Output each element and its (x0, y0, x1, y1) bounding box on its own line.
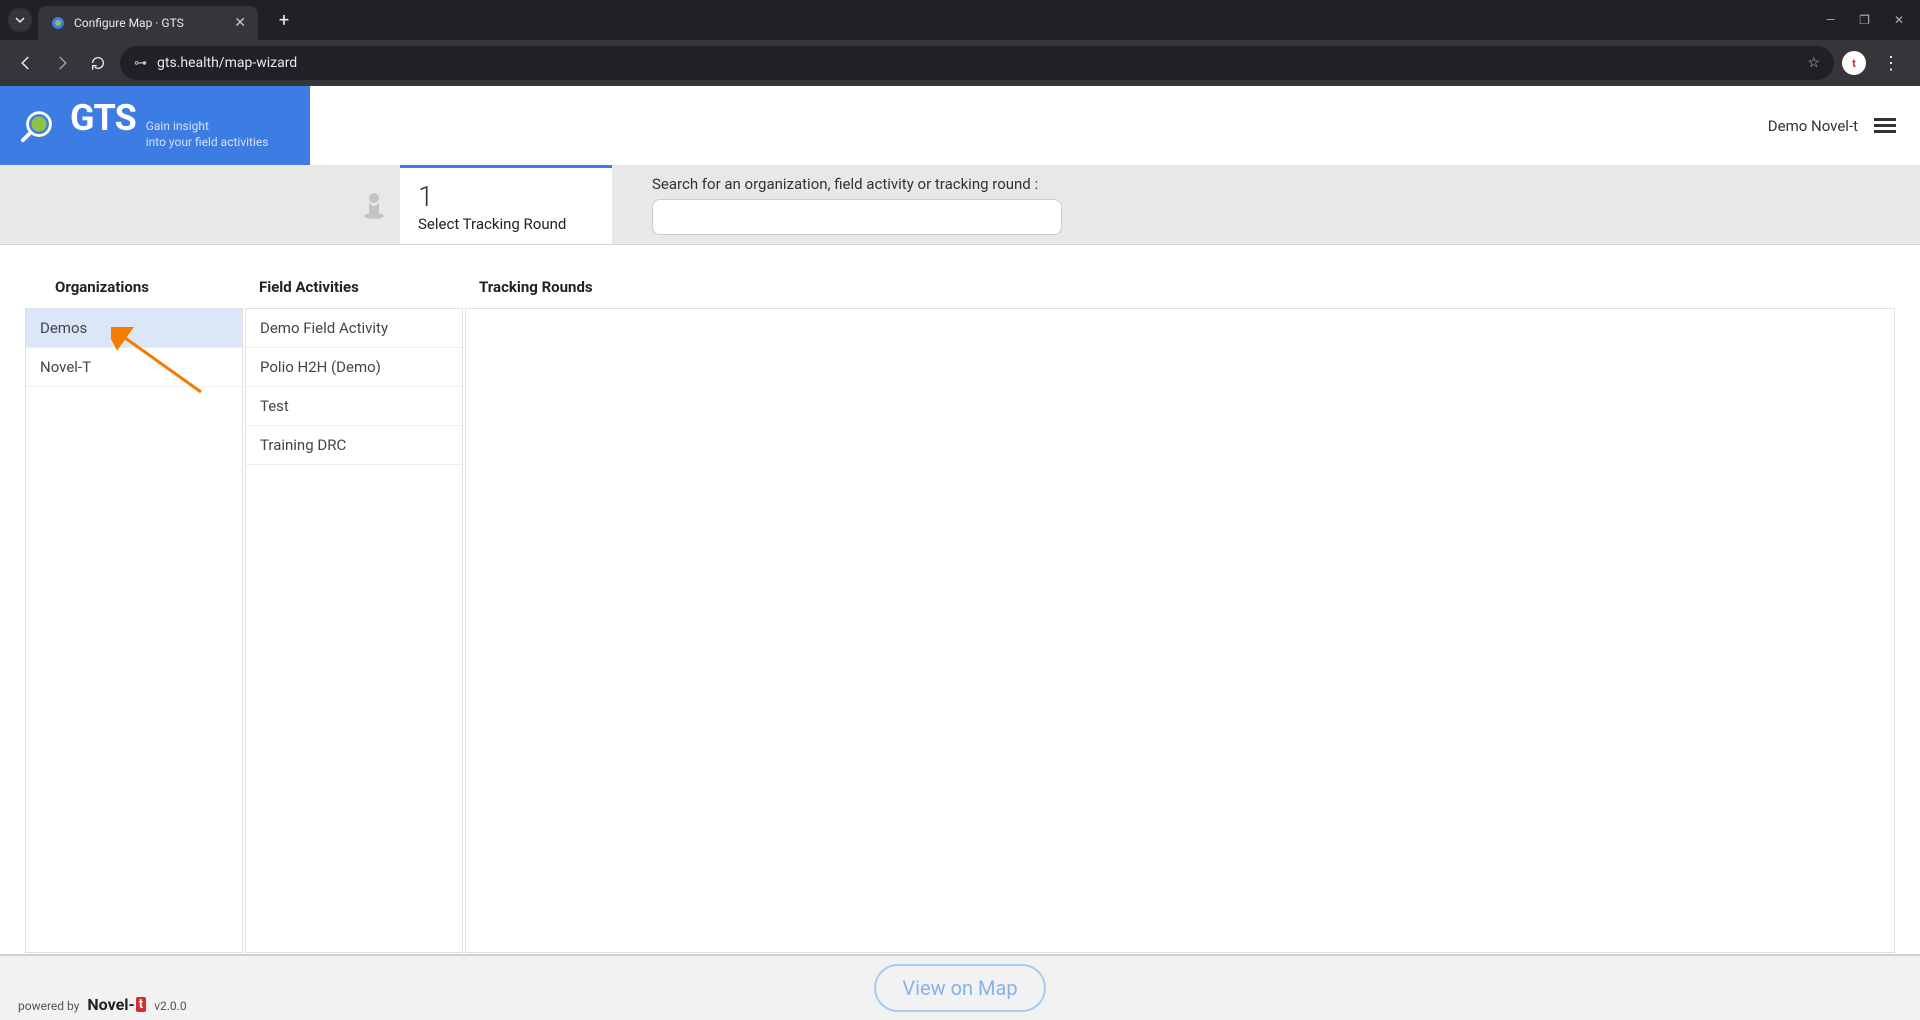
field-activity-item[interactable]: Test (246, 387, 462, 426)
browser-tab-strip: Configure Map · GTS ✕ + — ❐ ✕ (0, 0, 1920, 40)
bookmark-star-icon[interactable]: ☆ (1807, 55, 1820, 71)
tab-list-dropdown[interactable] (8, 8, 32, 32)
app-header: GTS Gain insight into your field activit… (0, 86, 1920, 165)
tracking-rounds-list (465, 308, 1895, 953)
view-on-map-button[interactable]: View on Map (874, 964, 1045, 1012)
person-icon (362, 190, 386, 220)
version-label: v2.0.0 (154, 999, 186, 1013)
wizard-step-1[interactable]: 1 Select Tracking Round (400, 165, 612, 244)
list-item-label: Test (260, 397, 289, 415)
browser-toolbar: ⊶ gts.health/map-wizard ☆ t ⋮ (0, 40, 1920, 86)
logo-tagline-2: into your field activities (146, 135, 269, 151)
tracking-rounds-column: Tracking Rounds (464, 265, 1896, 954)
powered-by: powered by Novel-t v2.0.0 (18, 995, 187, 1014)
tab-close-icon[interactable]: ✕ (234, 15, 246, 31)
extension-icon[interactable]: t (1842, 51, 1866, 75)
organizations-list: Demos Novel-T (25, 308, 243, 953)
browser-menu-icon[interactable]: ⋮ (1874, 53, 1908, 74)
list-item-label: Demos (40, 319, 87, 337)
search-label: Search for an organization, field activi… (652, 175, 1880, 193)
organizations-header: Organizations (25, 266, 243, 308)
step-number: 1 (418, 180, 612, 213)
step-label: Select Tracking Round (418, 215, 612, 233)
organizations-column: Organizations Demos Novel-T (24, 265, 244, 954)
new-tab-button[interactable]: + (270, 6, 298, 34)
logo-block[interactable]: GTS Gain insight into your field activit… (0, 86, 310, 165)
url-bar[interactable]: ⊶ gts.health/map-wizard ☆ (120, 46, 1834, 80)
window-minimize-icon[interactable]: — (1826, 13, 1835, 27)
field-activity-item[interactable]: Demo Field Activity (246, 309, 462, 348)
organization-item-demos[interactable]: Demos (26, 309, 242, 348)
tracking-rounds-header: Tracking Rounds (465, 266, 1895, 308)
url-text: gts.health/map-wizard (157, 55, 297, 71)
footer-brand: Novel-t (87, 995, 146, 1014)
list-item-label: Novel-T (40, 358, 91, 376)
user-name-label: Demo Novel-t (1768, 117, 1858, 135)
browser-tab[interactable]: Configure Map · GTS ✕ (38, 6, 258, 40)
wizard-step-bar: 1 Select Tracking Round Search for an or… (0, 165, 1920, 245)
logo-tagline-1: Gain insight (146, 119, 269, 135)
tab-title: Configure Map · GTS (74, 16, 184, 30)
list-item-label: Demo Field Activity (260, 319, 388, 337)
field-activity-item[interactable]: Training DRC (246, 426, 462, 465)
list-item-label: Polio H2H (Demo) (260, 358, 381, 376)
field-activities-list: Demo Field Activity Polio H2H (Demo) Tes… (245, 308, 463, 953)
nav-reload-button[interactable] (84, 49, 112, 77)
search-input[interactable] (652, 199, 1062, 235)
organization-item-novel-t[interactable]: Novel-T (26, 348, 242, 387)
logo-text: GTS (70, 100, 136, 136)
field-activity-item[interactable]: Polio H2H (Demo) (246, 348, 462, 387)
tab-favicon-icon (50, 15, 66, 31)
hamburger-menu-icon[interactable] (1874, 118, 1896, 133)
field-activities-column: Field Activities Demo Field Activity Pol… (244, 265, 464, 954)
site-settings-icon[interactable]: ⊶ (134, 56, 147, 71)
logo-icon (20, 107, 58, 145)
field-activities-header: Field Activities (245, 266, 463, 308)
window-close-icon[interactable]: ✕ (1894, 13, 1904, 27)
footer: View on Map powered by Novel-t v2.0.0 (0, 954, 1920, 1020)
nav-forward-button[interactable] (48, 49, 76, 77)
nav-back-button[interactable] (12, 49, 40, 77)
window-controls: — ❐ ✕ (1826, 13, 1912, 27)
list-item-label: Training DRC (260, 436, 346, 454)
powered-prefix: powered by (18, 999, 79, 1013)
selection-columns: Organizations Demos Novel-T Field Activi… (0, 245, 1920, 954)
window-maximize-icon[interactable]: ❐ (1859, 13, 1870, 27)
